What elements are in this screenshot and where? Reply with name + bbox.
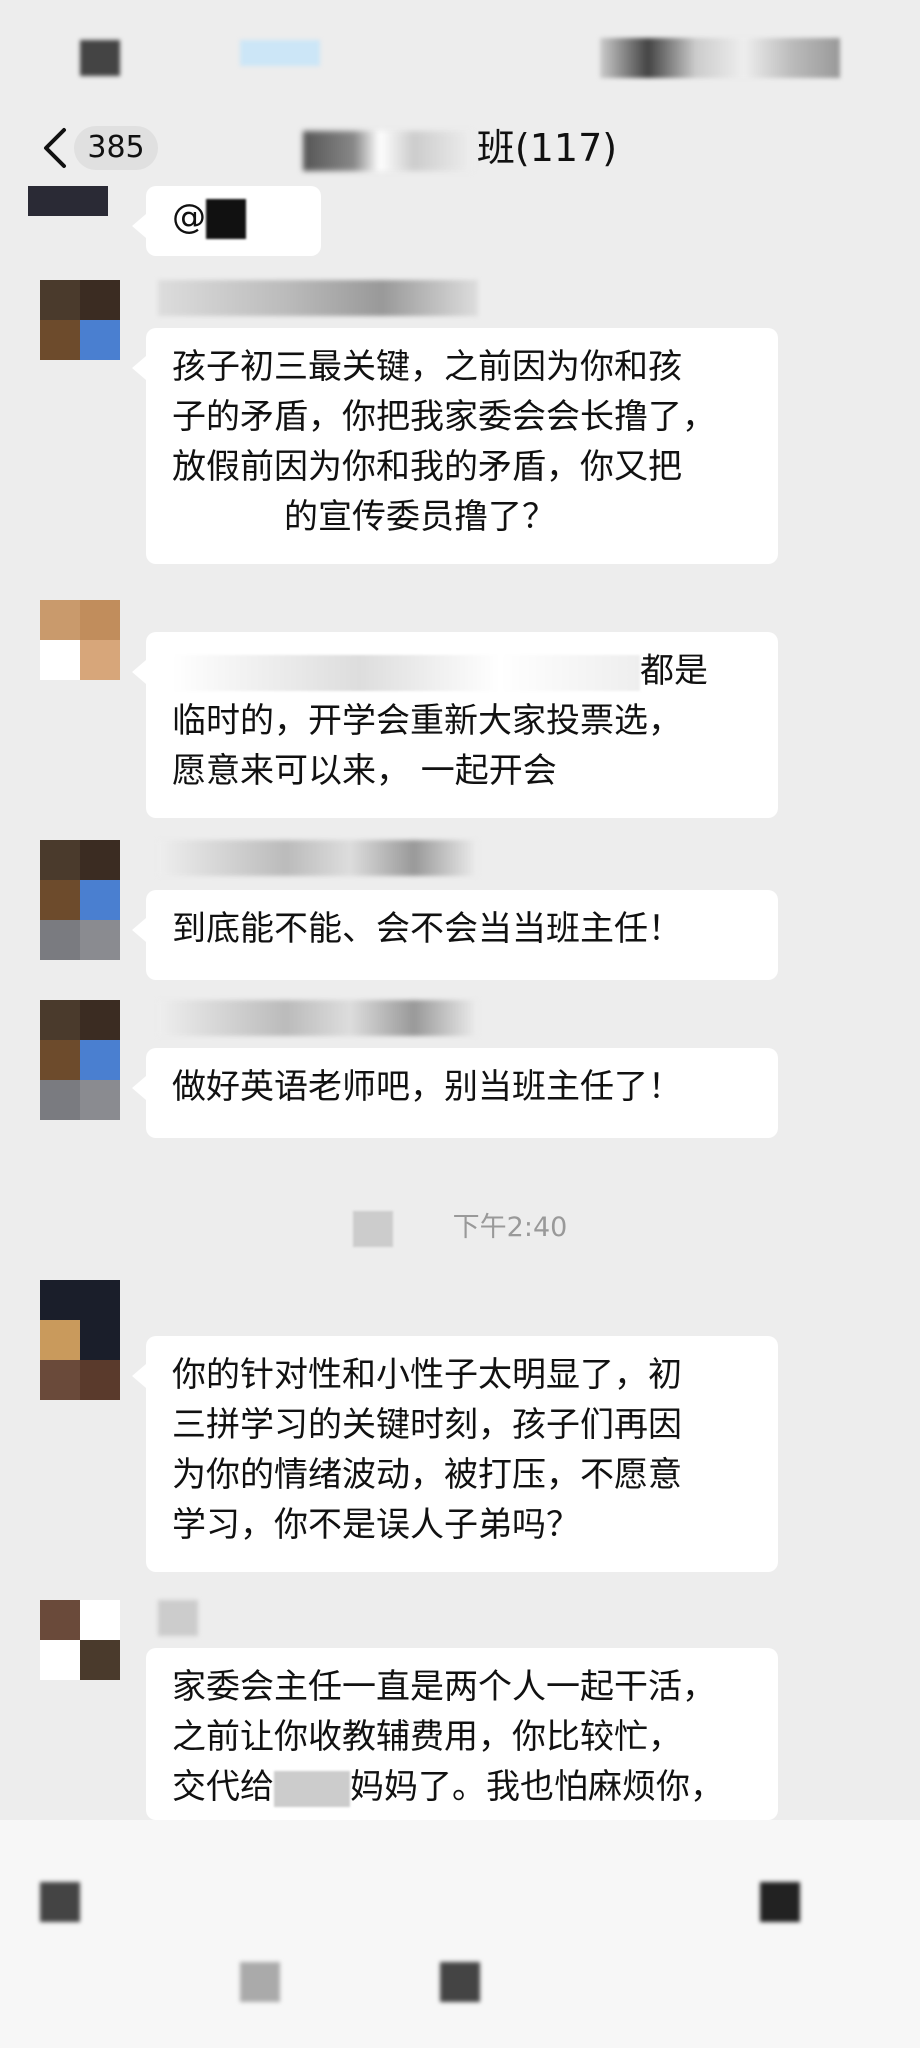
sender-name <box>158 840 478 876</box>
message-bubble[interactable]: @ <box>132 186 321 256</box>
sender-name <box>158 1600 198 1636</box>
timestamp: 下午2:40 <box>0 1205 920 1247</box>
sender-name <box>158 1000 478 1036</box>
message-line: 家委会主任一直是两个人一起干活， <box>172 1667 716 1707</box>
message-bubble[interactable]: 做好英语老师吧，别当班主任了！ <box>132 1048 778 1138</box>
message-line: 子的矛盾，你把我家委会会长撸了， <box>172 397 716 437</box>
sender-name <box>158 280 478 316</box>
message-line: 临时的，开学会重新大家投票选， <box>172 701 682 741</box>
toolbar-icon[interactable] <box>440 1962 480 2002</box>
status-icon <box>240 40 320 66</box>
redacted-group-name <box>302 130 473 171</box>
message-line: 都是 <box>172 646 752 696</box>
message-bubble[interactable]: 都是 临时的，开学会重新大家投票选， 愿意来可以来， 一起开会 <box>132 632 778 818</box>
voice-icon[interactable] <box>40 1882 80 1922</box>
avatar[interactable] <box>40 1600 120 1680</box>
message-line: 愿意来可以来， 一起开会 <box>172 751 557 791</box>
nav-bar: 385 班(117) <box>0 110 920 186</box>
message-bubble[interactable]: 你的针对性和小性子太明显了，初 三拼学习的关键时刻，孩子们再因 为你的情绪波动，… <box>132 1336 778 1572</box>
message-line: 为你的情绪波动，被打压，不愿意 <box>172 1455 682 1495</box>
avatar[interactable] <box>40 1000 120 1120</box>
message-bubble[interactable]: 孩子初三最关键，之前因为你和孩 子的矛盾，你把我家委会会长撸了， 放假前因为你和… <box>132 328 778 564</box>
message-line: 的宣传委员撸了？ <box>172 492 752 542</box>
input-bar <box>0 1820 920 2048</box>
message-line: 放假前因为你和我的矛盾，你又把 <box>172 447 682 487</box>
message-text: @ <box>172 197 206 237</box>
avatar[interactable] <box>40 600 120 680</box>
add-icon[interactable] <box>760 1882 800 1922</box>
battery-icon <box>600 38 840 78</box>
chat-title-suffix: 班(117) <box>476 126 618 170</box>
message-line: 你的针对性和小性子太明显了，初 <box>172 1355 682 1395</box>
message-text: 做好英语老师吧，别当班主任了！ <box>172 1067 682 1107</box>
message-line: 之前让你收教辅费用，你比较忙， <box>172 1717 682 1757</box>
message-bubble[interactable]: 到底能不能、会不会当当班主任！ <box>132 890 778 980</box>
avatar[interactable] <box>40 840 120 960</box>
chat-title: 班(117) <box>0 122 920 174</box>
avatar[interactable] <box>40 1280 120 1400</box>
message-text: 到底能不能、会不会当当班主任！ <box>172 909 682 949</box>
toolbar-icon[interactable] <box>240 1962 280 2002</box>
message-bubble[interactable]: 家委会主任一直是两个人一起干活， 之前让你收教辅费用，你比较忙， 交代给 妈妈了。… <box>146 1648 778 1820</box>
message-line: 交代给 妈妈了。我也怕麻烦你， <box>172 1767 724 1807</box>
status-bar <box>0 0 920 110</box>
message-line: 三拼学习的关键时刻，孩子们再因 <box>172 1405 682 1445</box>
avatar[interactable] <box>40 280 120 360</box>
message-line: 孩子初三最关键，之前因为你和孩 <box>172 347 682 387</box>
status-icon <box>80 40 120 76</box>
avatar[interactable] <box>28 186 108 216</box>
message-line: 学习，你不是误人子弟吗？ <box>172 1505 580 1545</box>
